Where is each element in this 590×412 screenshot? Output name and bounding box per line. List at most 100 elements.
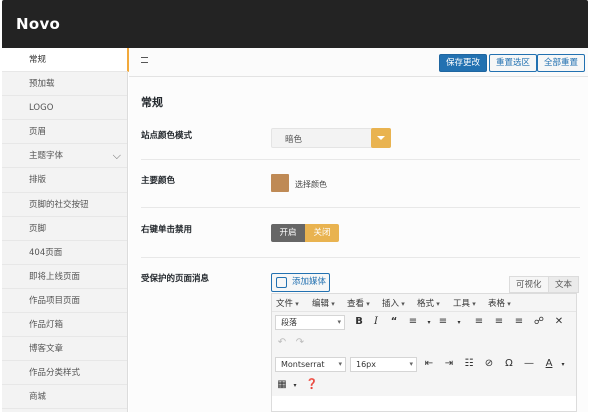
quote-icon[interactable]: “ <box>387 316 401 327</box>
unlink-icon[interactable]: ✕ <box>552 316 566 327</box>
sidebar-item[interactable]: 作品灯箱 <box>2 313 127 338</box>
rich-text-editor: 文件 编辑查看插入格式 工具表格 段落 B I “ ≡ ▾ ≡ ▾ ≡ ≡ ≡ ☍ … <box>271 293 577 412</box>
sidebar-item-label: 主题字体 <box>29 151 64 162</box>
reset-section-button[interactable]: 重置选区 <box>489 54 538 72</box>
sidebar-item-label: 页眉 <box>29 127 47 138</box>
clear-format-icon[interactable]: ⊘ <box>482 358 496 369</box>
sidebar-item[interactable]: 页眉 <box>2 120 127 145</box>
add-media-label: 添加媒体 <box>292 277 327 287</box>
main-color-label: 主要颜色 <box>141 176 176 186</box>
menu-icon[interactable] <box>141 57 148 63</box>
sidebar-item-label: 预加载 <box>29 79 55 90</box>
editor-menu-item[interactable]: 插入 <box>382 297 405 309</box>
numbered-list-icon[interactable]: ≡ <box>436 316 450 327</box>
align-left-icon[interactable]: ≡ <box>472 316 486 327</box>
sidebar-item-label: 页脚 <box>29 223 47 234</box>
sidebar-item-label: 商城 <box>29 392 47 403</box>
sidebar: 常规预加载 LOGO 页眉主题字体 ⌵ 排版页脚的社交按钮 页脚 404页面即将上线页面 作品… <box>2 48 129 412</box>
help-icon[interactable]: ❓ <box>305 379 319 390</box>
font-select[interactable]: Montserrat <box>275 357 346 372</box>
bullet-list-icon[interactable]: ≡ <box>406 316 420 327</box>
table-icon[interactable]: ▦ <box>275 379 289 390</box>
main-panel: 保存更改 重置选区 全部重置 常规 站点颜色模式 暗色 主要颜色 选择颜色 右键… <box>129 48 588 412</box>
editor-menu-item[interactable]: 格式 <box>417 297 440 309</box>
sidebar-item[interactable]: 页脚的社交按钮 <box>2 193 127 217</box>
editor-toolbar-1: 段落 B I “ ≡ ▾ ≡ ▾ ≡ ≡ ≡ ☍ ✕ <box>272 312 576 333</box>
link-icon[interactable]: ☍ <box>532 316 546 327</box>
media-icon <box>276 277 287 288</box>
right-click-row: 右键单击禁用 <box>141 208 580 258</box>
color-mode-label: 站点颜色模式 <box>141 131 193 141</box>
editor-menu-item[interactable]: 文件 <box>276 297 299 309</box>
sidebar-item[interactable]: 商城 <box>2 385 127 410</box>
reset-all-button[interactable]: 全部重置 <box>537 54 586 72</box>
sidebar-item-label: LOGO <box>29 103 54 114</box>
save-button[interactable]: 保存更改 <box>439 54 488 72</box>
options-toolbar: 保存更改 重置选区 全部重置 <box>129 48 588 77</box>
sidebar-item-label: 404页面 <box>29 247 63 258</box>
toggle-on-button[interactable]: 开启 <box>271 224 305 242</box>
sidebar-item[interactable]: 排版 <box>2 168 127 193</box>
color-swatch[interactable] <box>271 174 289 192</box>
chevron-down-icon[interactable]: ⌵ <box>113 144 121 168</box>
sidebar-item[interactable]: 页脚 <box>2 217 127 241</box>
undo-icon[interactable]: ↶ <box>275 337 289 348</box>
italic-icon[interactable]: I <box>369 316 383 327</box>
editor-toolbar-undo: ↶ ↷ <box>272 333 576 354</box>
sidebar-item[interactable]: 常规 <box>2 48 129 73</box>
protected-message-label: 受保护的页面消息 <box>141 274 210 284</box>
editor-menu-item[interactable]: 编辑 <box>312 297 335 309</box>
sidebar-item[interactable]: 作品分类样式 <box>2 361 127 386</box>
editor-menu-item[interactable]: 表格 <box>488 297 511 309</box>
align-center-icon[interactable]: ≡ <box>492 316 506 327</box>
main-color-row: 主要颜色 <box>141 160 580 208</box>
page-title: 常规 <box>141 96 163 109</box>
editor-menubar: 文件 编辑查看插入格式 工具表格 <box>272 294 576 312</box>
sidebar-item-label: 排版 <box>29 175 47 186</box>
chevron-down-icon[interactable]: ▾ <box>556 361 570 368</box>
paste-text-icon[interactable]: ☷ <box>462 358 476 369</box>
sidebar-item-label: 页脚的社交按钮 <box>29 199 89 210</box>
sidebar-item[interactable]: LOGO <box>2 96 127 121</box>
color-mode-value: 暗色 <box>285 135 303 145</box>
chevron-down-icon[interactable]: ▾ <box>288 382 302 389</box>
special-char-icon[interactable]: Ω <box>502 358 516 369</box>
chevron-down-icon[interactable]: ▾ <box>422 319 436 326</box>
sidebar-item-label: 作品灯箱 <box>29 320 64 331</box>
right-click-label: 右键单击禁用 <box>141 225 193 235</box>
bold-icon[interactable]: B <box>352 316 366 327</box>
top-header: Novo <box>2 0 588 48</box>
sidebar-item-label: 作品分类样式 <box>29 368 81 379</box>
sidebar-item[interactable]: 即将上线页面 <box>2 265 127 289</box>
toggle-off-button[interactable]: 关闭 <box>305 224 339 242</box>
align-right-icon[interactable]: ≡ <box>512 316 526 327</box>
hr-icon[interactable]: — <box>522 358 536 369</box>
chevron-down-icon[interactable]: ▾ <box>452 319 466 326</box>
editor-toolbar-3: ▦ ▾ ❓ <box>272 375 576 396</box>
sidebar-item[interactable]: 作品项目页面 <box>2 289 127 314</box>
choose-color-link[interactable]: 选择颜色 <box>295 179 327 190</box>
editor-toolbar-2: Montserrat 16px ⇤ ⇥ ☷ ⊘ Ω — A ▾ <box>272 354 576 375</box>
editor-menu-item[interactable]: 工具 <box>453 297 476 309</box>
sidebar-item-label: 即将上线页面 <box>29 271 81 282</box>
indent-icon[interactable]: ⇤ <box>422 358 436 369</box>
sidebar-item-label: 博客文章 <box>29 344 64 355</box>
tab-visual[interactable]: 可视化 <box>509 276 549 293</box>
sidebar-item[interactable]: 博客文章 <box>2 337 127 362</box>
sidebar-item[interactable]: 预加载 <box>2 72 127 97</box>
size-select[interactable]: 16px <box>350 357 417 372</box>
sidebar-item-label: 作品项目页面 <box>29 295 81 306</box>
chevron-down-icon[interactable] <box>371 128 391 148</box>
brand-title: Novo <box>16 15 61 33</box>
color-mode-select[interactable]: 暗色 <box>271 128 391 148</box>
format-select[interactable]: 段落 <box>275 315 345 330</box>
outdent-icon[interactable]: ⇥ <box>442 358 456 369</box>
sidebar-item[interactable]: 主题字体 ⌵ <box>2 144 127 169</box>
editor-menu-item[interactable]: 查看 <box>347 297 370 309</box>
add-media-button[interactable]: 添加媒体 <box>271 273 330 292</box>
sidebar-item[interactable]: 404页面 <box>2 241 127 265</box>
sidebar-item-label: 常规 <box>29 55 47 65</box>
tab-text[interactable]: 文本 <box>548 276 580 293</box>
redo-icon[interactable]: ↷ <box>293 337 307 348</box>
text-color-icon[interactable]: A <box>542 358 556 369</box>
